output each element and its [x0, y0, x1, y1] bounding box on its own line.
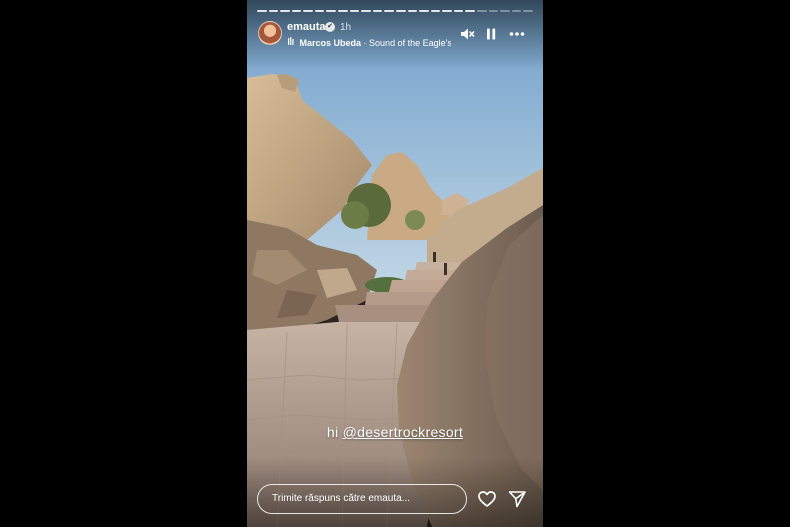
progress-segment [395, 10, 406, 12]
progress-segment [465, 10, 475, 12]
progress-segment [326, 10, 337, 12]
progress-segment [500, 10, 510, 12]
progress-segment [453, 10, 464, 12]
progress-segment [442, 10, 452, 12]
progress-segment [523, 10, 533, 12]
reply-input[interactable]: Trimite răspuns către emauta... [257, 484, 467, 514]
caption-text: hi [326, 424, 343, 440]
progress-segment [349, 10, 360, 12]
progress-segment [384, 10, 394, 12]
avatar[interactable] [258, 21, 282, 45]
music-title: Sound of the Eagle's S [369, 38, 451, 48]
progress-segment [488, 10, 499, 12]
verified-badge-icon: ✔ [325, 22, 335, 32]
progress-segment [303, 10, 313, 12]
progress-segment [338, 10, 348, 12]
progress-segment [280, 10, 290, 12]
progress-segment [476, 10, 487, 12]
progress-segment [291, 10, 302, 12]
progress-segment [511, 10, 522, 12]
progress-segment [372, 10, 383, 12]
music-sticker[interactable]: Marcos Ubeda · Sound of the Eagle's S [287, 37, 451, 49]
progress-segment [257, 10, 267, 12]
username[interactable]: emauta [287, 21, 326, 33]
story-photo [247, 0, 543, 527]
story-progress-bar [257, 10, 533, 12]
progress-segment [407, 10, 418, 12]
story-caption: hi @desertrockresort [247, 424, 543, 440]
progress-segment [419, 10, 429, 12]
progress-segment [314, 10, 325, 12]
music-separator: · [361, 38, 370, 48]
speaker-muted-icon[interactable] [459, 26, 475, 42]
heart-icon[interactable] [477, 489, 497, 509]
more-horizontal-icon[interactable] [509, 26, 525, 42]
post-time: 1h [340, 22, 352, 33]
progress-segment [361, 10, 371, 12]
caption-mention-link[interactable]: @desertrockresort [343, 424, 463, 440]
pause-icon[interactable] [483, 26, 499, 42]
story-viewer[interactable]: emauta ✔ 1h Marcos Ubeda · Sound of the … [247, 0, 543, 527]
music-note-icon [288, 37, 294, 45]
paper-plane-icon[interactable] [507, 489, 527, 509]
music-artist: Marcos Ubeda [299, 38, 362, 48]
progress-segment [268, 10, 279, 12]
progress-segment [430, 10, 441, 12]
